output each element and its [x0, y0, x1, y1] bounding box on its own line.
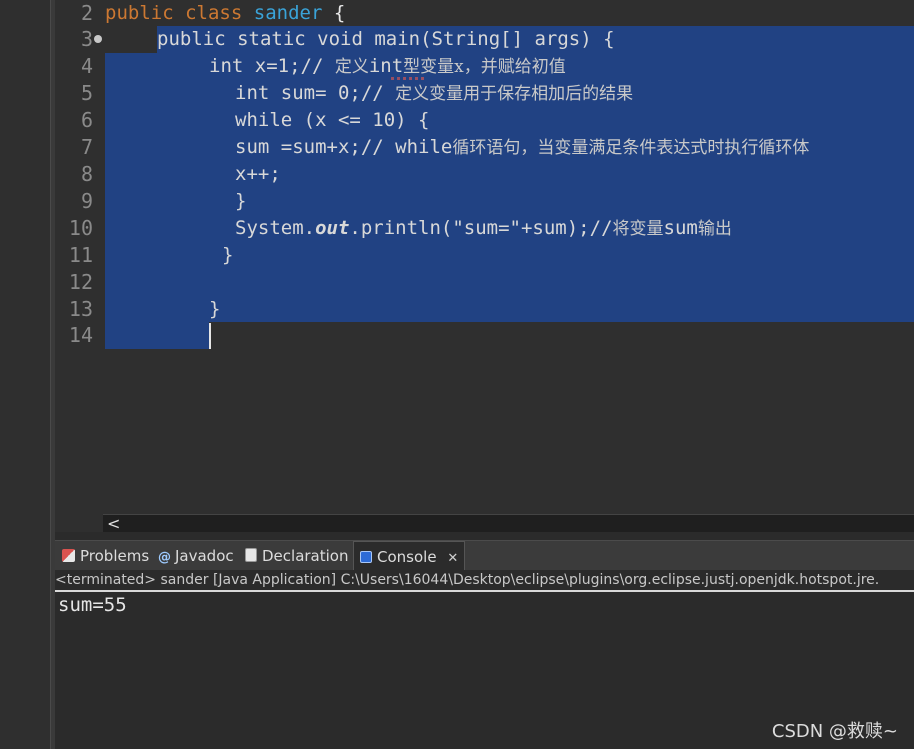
code-text: while (x <= 10) { [235, 109, 430, 131]
static-field: out [315, 217, 350, 239]
comment-text: 输出 [697, 219, 732, 239]
code-text: x++; [235, 163, 281, 185]
code-text: public static void main(String[] args) { [157, 28, 615, 50]
code-text: .println("sum="+sum);// [349, 217, 613, 239]
code-line[interactable]: } [222, 242, 233, 269]
line-number: 3 [80, 27, 93, 51]
tab-console[interactable]: Console ✕ [353, 541, 466, 571]
code-text: } [222, 244, 234, 266]
comment-text: 定义变量用于保存相加后的结果 [395, 84, 634, 104]
workbench-left-strip [0, 0, 50, 749]
code-line[interactable]: x++; [235, 161, 281, 188]
code-line[interactable]: public static void main(String[] args) { [157, 26, 615, 53]
line-number: 2 [80, 1, 93, 25]
console-status-line: <terminated> sander [Java Application] C… [55, 570, 914, 592]
comment-text: 型变量x，并赋给初值 [403, 57, 566, 77]
code-text: int [368, 55, 404, 77]
fold-collapse-icon[interactable] [94, 35, 102, 43]
tab-label: Console [377, 548, 437, 566]
close-icon[interactable]: ✕ [447, 551, 458, 566]
watermark: CSDN @救赎~ [771, 721, 898, 742]
code-text: sum [663, 217, 698, 239]
code-editor[interactable]: 2 3 4 5 6 7 8 9 10 11 12 13 14 public cl… [55, 0, 914, 514]
code-line[interactable]: int x=1;// 定义int型变量x，并赋给初值 [209, 53, 566, 80]
declaration-icon [245, 548, 257, 562]
horizontal-scrollbar[interactable]: < [103, 514, 914, 533]
keyword: public [105, 2, 174, 24]
code-line[interactable]: while (x <= 10) { [235, 107, 429, 134]
code-line[interactable]: int sum= 0;// 定义变量用于保存相加后的结果 [235, 80, 633, 107]
code-line[interactable]: } [209, 296, 220, 323]
console-output: sum=55 [58, 594, 127, 616]
line-number: 7 [80, 135, 93, 159]
line-number: 11 [68, 243, 93, 267]
code-text: { [322, 2, 346, 24]
class-name: sander [253, 2, 323, 24]
code-line[interactable]: sum =sum+x;// while循环语句，当变量满足条件表达式时执行循环体 [235, 134, 809, 161]
code-text: int x=1;// [209, 55, 335, 77]
tab-label: Declaration [262, 547, 349, 565]
tab-javadoc[interactable]: @ Javadoc [154, 541, 238, 571]
problems-icon [62, 549, 75, 562]
javadoc-icon: @ [158, 550, 171, 565]
keyword: class [185, 2, 243, 24]
line-number: 13 [68, 297, 93, 321]
tab-problems[interactable]: Problems [58, 541, 153, 571]
line-number: 5 [80, 81, 93, 105]
sash-divider[interactable] [55, 532, 914, 540]
code-text: System. [235, 217, 316, 239]
text-caret [209, 323, 211, 349]
code-line[interactable]: System.out.println("sum="+sum);//将变量sum输… [235, 215, 732, 242]
line-number: 6 [80, 108, 93, 132]
code-text: int sum= 0;// [235, 82, 396, 104]
selection-highlight [105, 322, 209, 349]
code-line[interactable]: public class sander { [105, 0, 345, 27]
code-text: sum =sum+x;// while [235, 136, 453, 158]
line-number: 10 [68, 216, 93, 240]
comment-text: 循环语句，当变量满足条件表达式时执行循环体 [452, 138, 810, 158]
console-icon [360, 551, 372, 563]
panel-tab-bar: Problems @ Javadoc Declaration Console ✕ [55, 540, 914, 571]
line-number: 9 [80, 189, 93, 213]
scroll-left-icon[interactable]: < [107, 515, 120, 533]
tab-label: Problems [80, 547, 150, 565]
code-text: } [209, 298, 221, 320]
line-number: 8 [80, 162, 93, 186]
line-number: 4 [80, 54, 93, 78]
tab-label: Javadoc [175, 547, 234, 565]
code-text: } [235, 190, 247, 212]
line-number: 14 [68, 323, 93, 347]
comment-text: 定义 [334, 57, 369, 77]
line-number: 12 [68, 270, 93, 294]
code-line[interactable]: } [235, 188, 246, 215]
tab-declaration[interactable]: Declaration [241, 541, 352, 571]
comment-text: 将变量 [612, 219, 664, 239]
